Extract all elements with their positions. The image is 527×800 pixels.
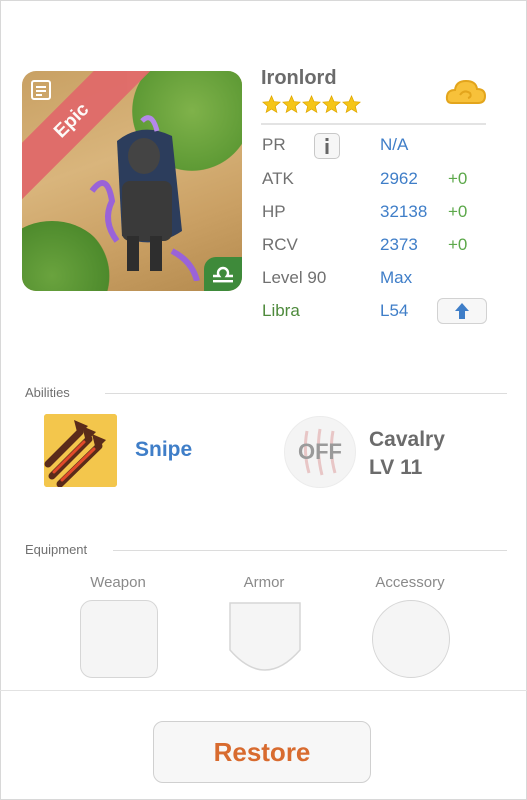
stat-label-pr: PR xyxy=(262,135,286,154)
star-icon xyxy=(302,95,321,114)
passive-level: LV 11 xyxy=(369,456,423,479)
passive-name: Cavalry xyxy=(369,428,445,451)
info-button[interactable] xyxy=(314,133,340,159)
stat-label-hp: HP xyxy=(262,202,286,221)
stat-value-sign: L54 xyxy=(380,301,409,320)
stat-value-rcv: 2373 xyxy=(380,235,418,254)
cloud-icon[interactable] xyxy=(444,75,488,111)
hero-figure xyxy=(89,115,200,281)
stat-value-atk: 2962 xyxy=(380,169,418,188)
weapon-label: Weapon xyxy=(90,574,146,591)
armor-label: Armor xyxy=(243,574,285,591)
arrow-up-icon xyxy=(455,303,469,319)
star-icon xyxy=(262,95,281,114)
passive-toggle[interactable]: OFF xyxy=(284,416,356,488)
stat-bonus-hp: +0 xyxy=(448,202,468,221)
equipment-divider xyxy=(113,550,507,551)
ability-name[interactable]: Snipe xyxy=(135,438,192,462)
toggle-state-text: OFF xyxy=(298,439,342,464)
stat-bonus-atk: +0 xyxy=(448,169,468,188)
abilities-title: Abilities xyxy=(25,385,70,400)
libra-icon xyxy=(213,266,233,283)
restore-button[interactable]: Restore xyxy=(153,721,371,783)
card-icon xyxy=(31,80,51,100)
abilities-divider xyxy=(105,393,507,394)
level-up-button[interactable] xyxy=(437,298,487,324)
libra-badge xyxy=(204,257,242,291)
star-icon xyxy=(322,95,341,114)
star-rating xyxy=(262,95,361,115)
armor-slot[interactable] xyxy=(227,600,303,678)
star-icon xyxy=(342,95,361,114)
stat-label-level: Level 90 xyxy=(262,268,327,287)
hero-name: Ironlord xyxy=(261,67,337,89)
accessory-label: Accessory xyxy=(375,574,445,591)
stat-label-atk: ATK xyxy=(262,169,294,188)
stat-bonus-rcv: +0 xyxy=(448,235,468,254)
stat-value-hp: 32138 xyxy=(380,202,428,221)
hero-portrait[interactable]: Epic xyxy=(22,71,242,291)
star-icon xyxy=(282,95,301,114)
header-divider xyxy=(261,123,486,125)
equipment-title: Equipment xyxy=(25,542,88,557)
info-icon xyxy=(325,138,329,154)
accessory-slot[interactable] xyxy=(372,600,450,678)
arrows-icon xyxy=(44,414,117,487)
weapon-slot[interactable] xyxy=(80,600,158,678)
stat-value-level: Max xyxy=(380,268,413,287)
stat-label-rcv: RCV xyxy=(262,235,298,254)
stat-label-sign: Libra xyxy=(262,301,300,320)
snipe-ability-icon[interactable] xyxy=(44,414,117,487)
stat-value-pr: N/A xyxy=(380,135,409,154)
footer-divider xyxy=(0,690,527,691)
